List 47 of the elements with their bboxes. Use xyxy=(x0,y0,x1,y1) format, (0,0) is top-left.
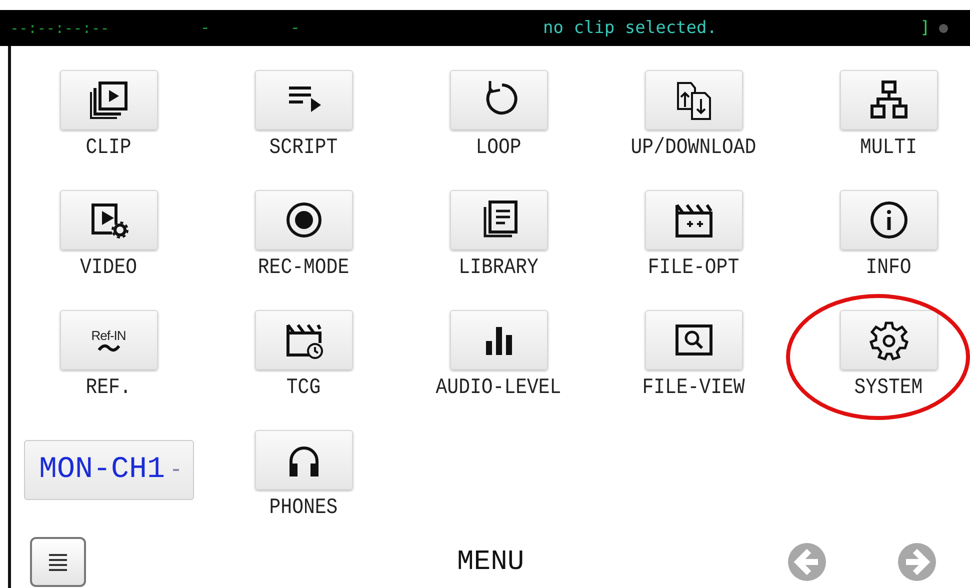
menu-label: SYSTEM xyxy=(854,374,923,400)
caret-icon xyxy=(173,468,180,472)
status-message: no clip selected. xyxy=(542,18,718,38)
menu-label: FILE-OPT xyxy=(648,254,740,280)
status-field: - xyxy=(290,18,380,38)
menu-button[interactable] xyxy=(254,190,352,250)
menu-button[interactable] xyxy=(60,190,158,250)
menu-button[interactable] xyxy=(840,70,938,130)
menu-label: VIDEO xyxy=(80,254,137,280)
menu-button[interactable] xyxy=(254,430,352,490)
menu-button[interactable] xyxy=(60,70,158,130)
menu-label: SCRIPT xyxy=(269,134,338,160)
menu-label: FILE-VIEW xyxy=(642,374,745,400)
menu-button[interactable]: Ref-IN xyxy=(60,310,158,370)
menu-label: INFO xyxy=(866,254,912,280)
menu-label: AUDIO-LEVEL xyxy=(436,374,562,400)
settings-icon xyxy=(868,319,910,361)
timecode: --:--:--:-- xyxy=(10,19,110,37)
status-indicator: ] xyxy=(920,18,930,38)
menu-title: MENU xyxy=(457,546,526,578)
menu-button[interactable] xyxy=(450,190,548,250)
menu-button[interactable] xyxy=(450,70,548,130)
menu-button[interactable] xyxy=(254,70,352,130)
menu-button[interactable] xyxy=(254,310,352,370)
menu-button[interactable] xyxy=(840,190,938,250)
menu-label: PHONES xyxy=(269,494,338,520)
menu-button[interactable] xyxy=(644,310,742,370)
status-dot-icon xyxy=(939,24,948,32)
monitor-dropdown[interactable]: MON-CH1 xyxy=(24,440,194,500)
menu-button[interactable] xyxy=(840,310,938,370)
menu-icon xyxy=(47,552,69,572)
network-tree-icon xyxy=(868,79,910,121)
menu-label: CLIP xyxy=(86,134,132,160)
clip-stack-icon xyxy=(88,79,130,121)
menu-label: LIBRARY xyxy=(458,254,538,280)
menu-button[interactable] xyxy=(450,310,548,370)
menu-button[interactable] xyxy=(644,190,742,250)
menu-label: MULTI xyxy=(860,134,917,160)
menu-button[interactable] xyxy=(644,70,742,130)
menu-label: TCG xyxy=(286,374,321,400)
menu-label: REF. xyxy=(86,374,132,400)
menu-label: UP/DOWNLOAD xyxy=(630,134,756,160)
menu-label: LOOP xyxy=(476,134,522,160)
status-field: - xyxy=(200,18,290,38)
list-menu-button[interactable] xyxy=(30,537,86,587)
menu-label: REC-MODE xyxy=(258,254,350,280)
info-icon xyxy=(868,199,910,241)
